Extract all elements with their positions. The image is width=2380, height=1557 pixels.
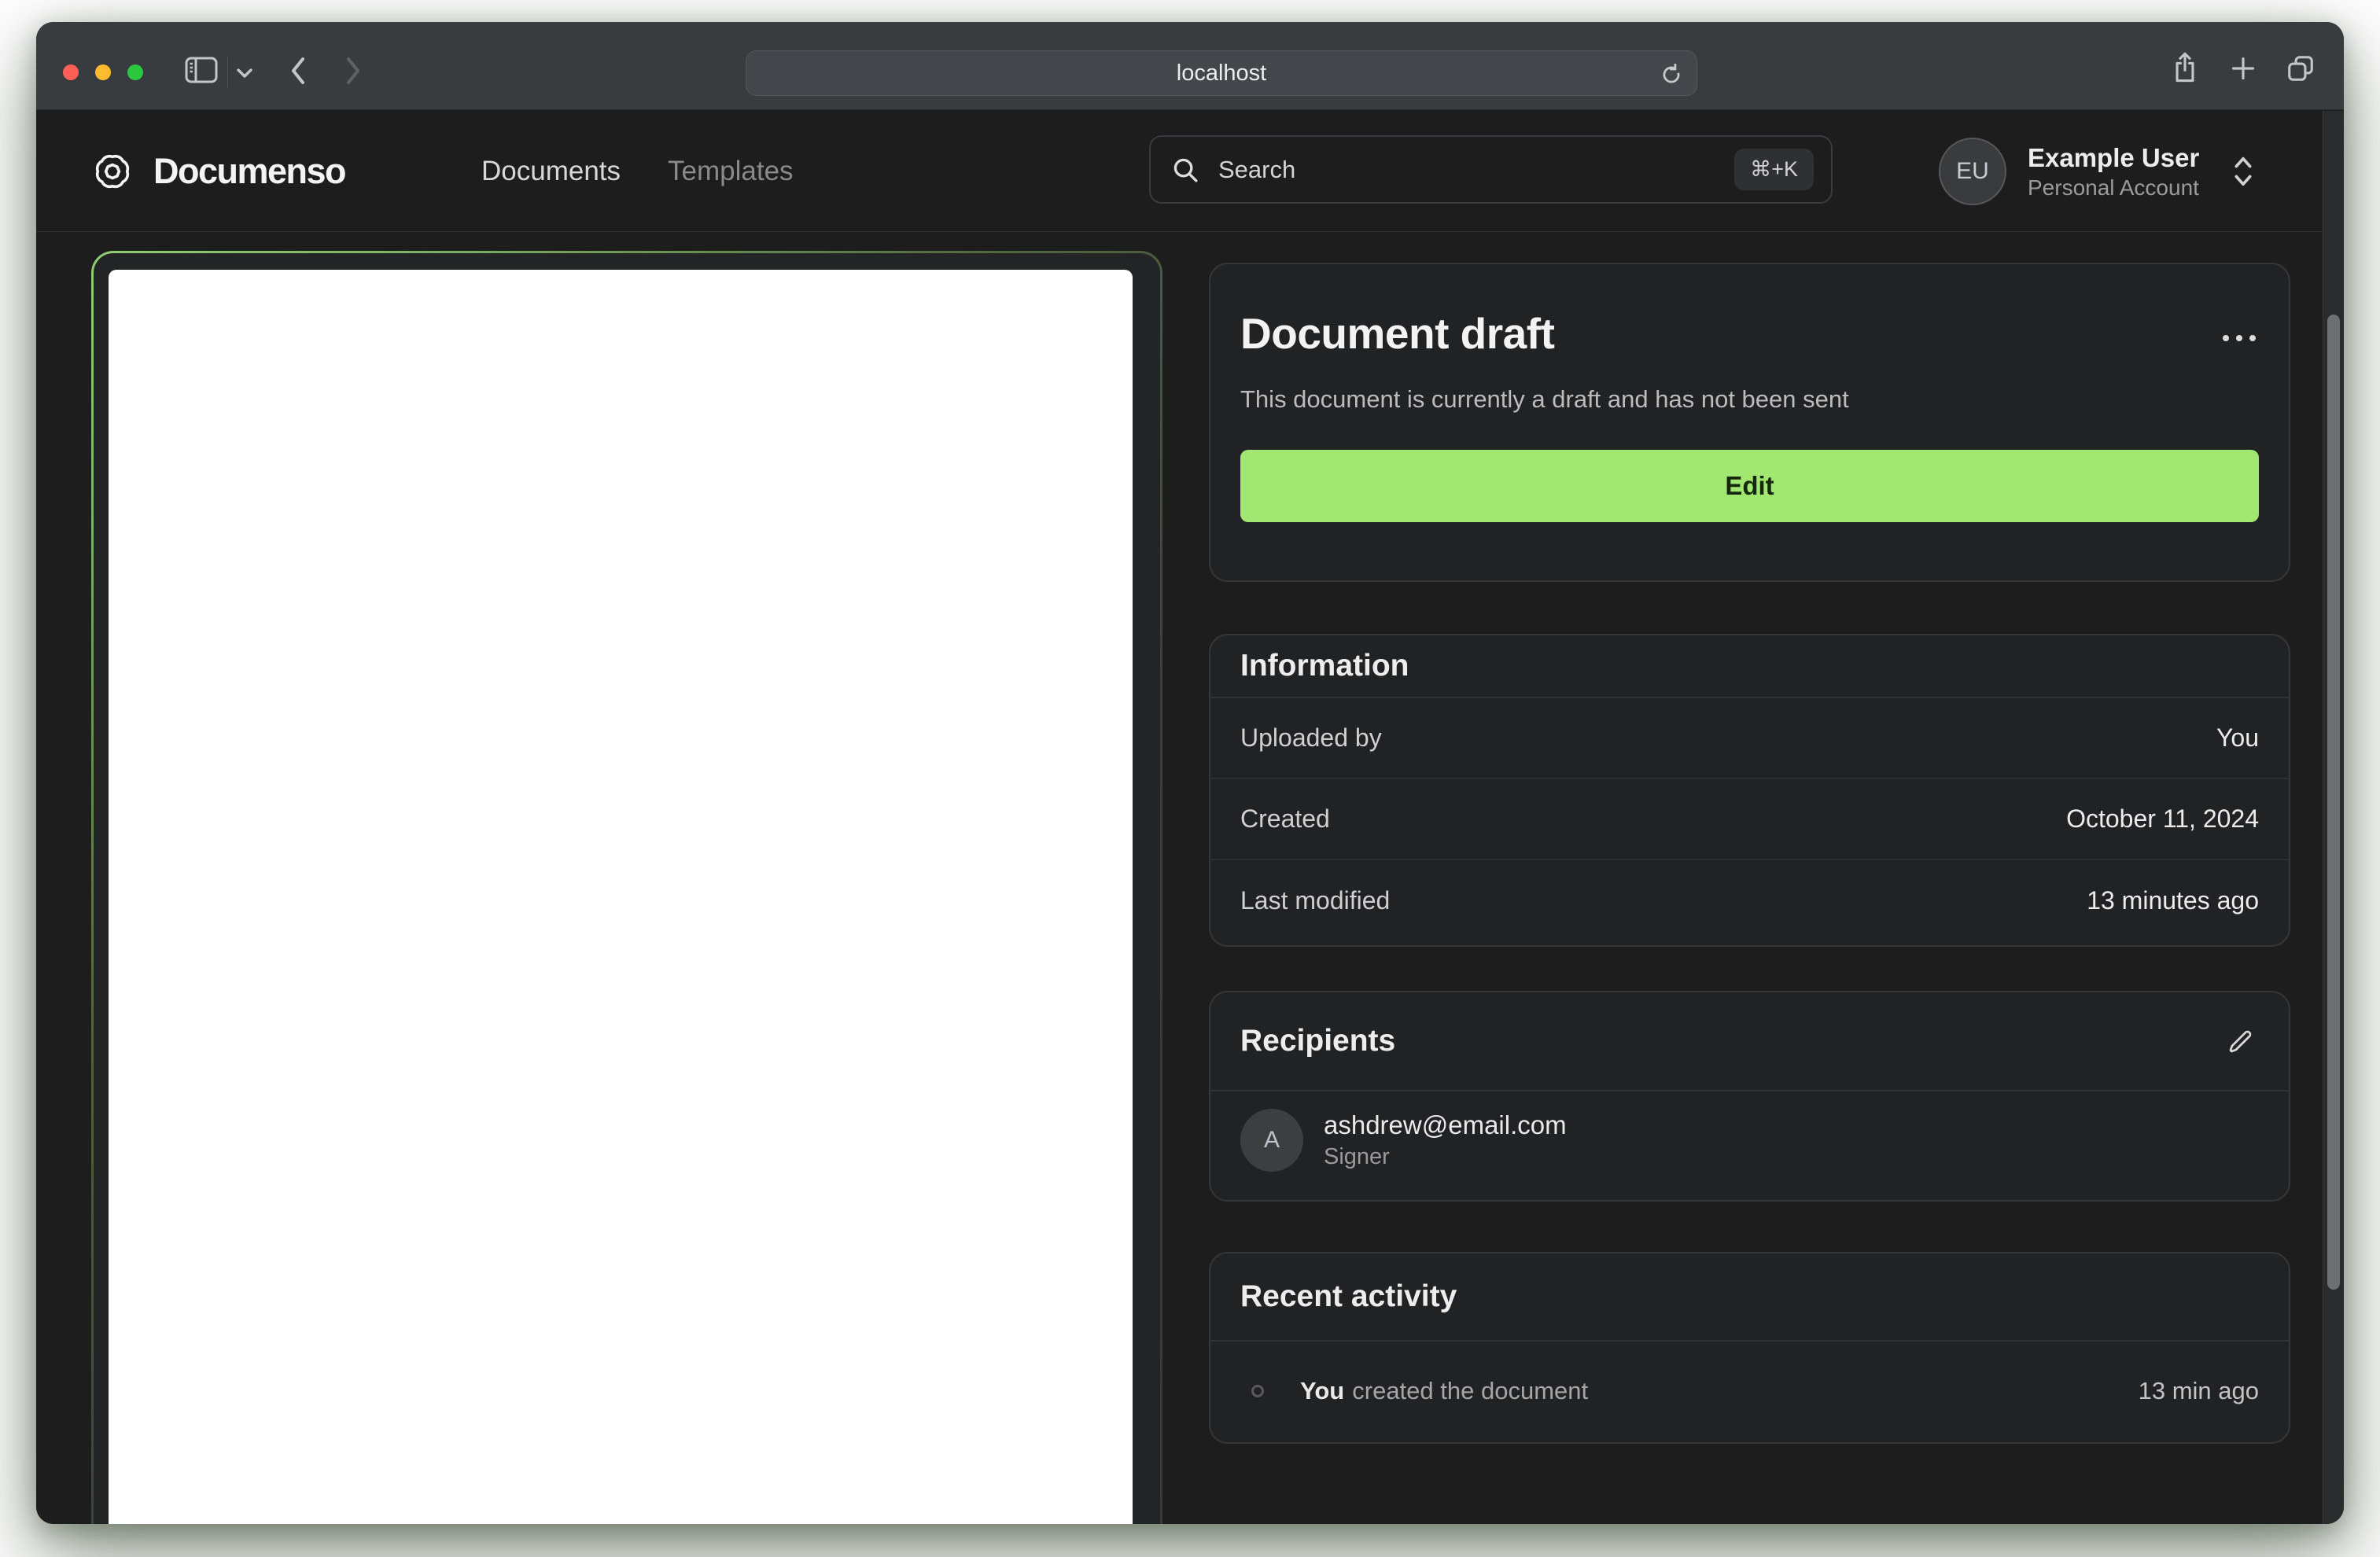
nav-item-documents[interactable]: Documents xyxy=(481,156,621,187)
chevron-down-icon xyxy=(237,68,252,78)
info-row-uploaded-by: Uploaded by You xyxy=(1210,698,2289,779)
activity-bullet-icon xyxy=(1251,1385,1264,1397)
info-value: You xyxy=(2216,723,2259,752)
avatar: EU xyxy=(1939,138,2006,205)
recipients-title: Recipients xyxy=(1240,1024,1396,1058)
activity-time: 13 min ago xyxy=(2138,1377,2259,1404)
information-card: Information Uploaded by You Created Octo… xyxy=(1209,634,2290,947)
document-page xyxy=(109,270,1133,1524)
refresh-icon xyxy=(1663,63,1680,83)
info-label: Uploaded by xyxy=(1240,723,1382,752)
recipient-email: ashdrew@email.com xyxy=(1324,1110,1567,1139)
main-nav: Documents Templates xyxy=(481,111,794,232)
activity-item: You created the document 13 min ago xyxy=(1210,1342,2289,1441)
tab-overview-button[interactable] xyxy=(2281,52,2320,85)
plus-icon xyxy=(2231,57,2255,80)
address-bar[interactable]: localhost xyxy=(746,50,1697,96)
tabs-icon xyxy=(2288,56,2313,81)
browser-toolbar: localhost xyxy=(36,22,2344,110)
info-label: Created xyxy=(1240,804,1330,833)
search-placeholder: Search xyxy=(1218,155,1296,183)
information-title: Information xyxy=(1240,649,1409,683)
document-menu-button[interactable] xyxy=(2220,332,2259,344)
sidebar-toggle-button[interactable] xyxy=(182,53,220,86)
share-button[interactable] xyxy=(2164,49,2205,86)
desktop-background: { "browser": { "url": "localhost" }, "he… xyxy=(0,0,2380,1557)
pencil-icon xyxy=(2229,1030,2252,1052)
document-preview-inner xyxy=(94,253,1160,1524)
chevron-left-icon xyxy=(292,57,304,84)
info-row-last-modified: Last modified 13 minutes ago xyxy=(1210,860,2289,941)
draft-card-header: Document draft xyxy=(1240,311,2259,357)
traffic-close-button[interactable] xyxy=(63,64,79,80)
new-tab-button[interactable] xyxy=(2224,52,2262,85)
share-icon xyxy=(2176,52,2194,83)
recipient-details: ashdrew@email.com Signer xyxy=(1324,1109,1567,1172)
account-type: Personal Account xyxy=(2028,175,2199,201)
document-preview-frame xyxy=(91,251,1162,1524)
recipient-row: A ashdrew@email.com Signer xyxy=(1210,1091,2289,1172)
nav-item-templates[interactable]: Templates xyxy=(668,156,794,187)
traffic-minimize-button[interactable] xyxy=(95,64,111,80)
info-label: Last modified xyxy=(1240,886,1391,915)
scrollbar-track[interactable] xyxy=(2323,111,2344,1524)
traffic-zoom-button[interactable] xyxy=(127,64,143,80)
refresh-button[interactable] xyxy=(1657,60,1686,88)
app-header: Documenso Documents Templates Search ⌘+K… xyxy=(36,111,2323,232)
recipient-role: Signer xyxy=(1324,1143,1390,1169)
toolbar-divider xyxy=(227,57,228,88)
documenso-logo-icon xyxy=(95,154,130,189)
recipient-avatar: A xyxy=(1240,1109,1303,1172)
document-draft-card: Document draft This document is currentl… xyxy=(1209,263,2290,582)
activity-action: created the document xyxy=(1352,1377,1589,1404)
info-row-created: Created October 11, 2024 xyxy=(1210,779,2289,860)
chevron-right-icon xyxy=(347,57,359,84)
edit-button[interactable]: Edit xyxy=(1240,449,2259,522)
scrollbar-thumb[interactable] xyxy=(2327,315,2340,1290)
search-input[interactable]: Search ⌘+K xyxy=(1149,135,1833,204)
search-icon xyxy=(1173,158,1198,182)
draft-status-text: This document is currently a draft and h… xyxy=(1240,385,1849,413)
recipients-card: Recipients A ashdrew@email.com Signer xyxy=(1209,991,2290,1202)
forward-button[interactable] xyxy=(341,55,365,86)
activity-actor: You xyxy=(1300,1377,1345,1404)
sidebar-menu-chevron[interactable] xyxy=(234,66,255,80)
recent-activity-card: Recent activity You created the document… xyxy=(1209,1252,2290,1444)
info-value: October 11, 2024 xyxy=(2066,804,2259,833)
brand-name: Documenso xyxy=(153,151,347,191)
account-name: Example User xyxy=(2028,142,2200,172)
documenso-app: Documenso Documents Templates Search ⌘+K… xyxy=(36,111,2344,1524)
address-bar-url: localhost xyxy=(1176,60,1267,86)
sidebar-icon xyxy=(185,57,218,83)
search-shortcut-badge: ⌘+K xyxy=(1734,149,1814,190)
ellipsis-icon xyxy=(2223,335,2229,341)
page-title: Document draft xyxy=(1240,309,1555,358)
chevrons-up-down-icon xyxy=(2234,156,2252,186)
edit-recipients-button[interactable] xyxy=(2221,1021,2259,1062)
brand[interactable]: Documenso xyxy=(90,111,347,232)
main-content: Document draft This document is currentl… xyxy=(36,232,2344,1524)
info-value: 13 minutes ago xyxy=(2087,886,2259,915)
account-text: Example User Personal Account xyxy=(2028,142,2199,201)
account-menu-button[interactable]: EU Example User Personal Account xyxy=(1939,134,2253,209)
recent-activity-title: Recent activity xyxy=(1240,1279,1457,1313)
browser-window: localhost Documenso Documents Templates … xyxy=(36,22,2344,1524)
back-button[interactable] xyxy=(286,55,310,86)
